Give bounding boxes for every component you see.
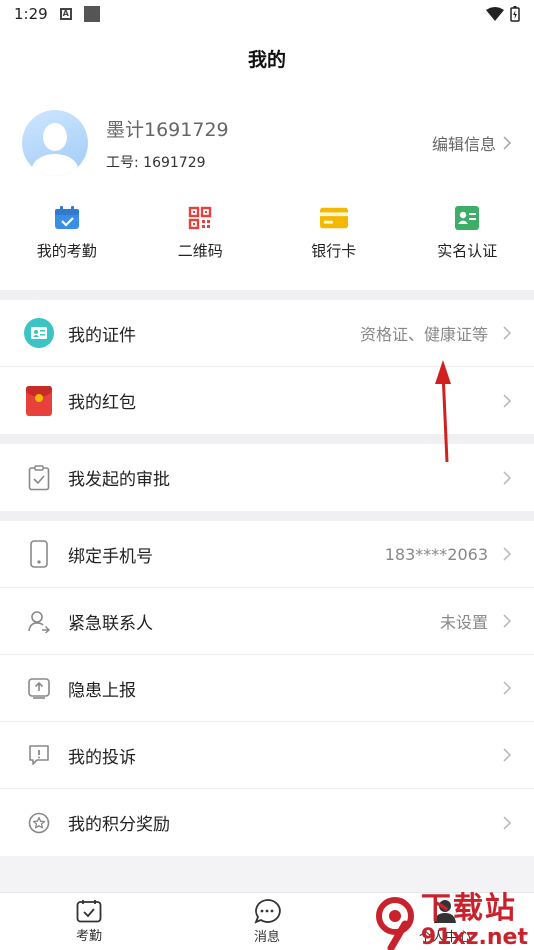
profile-card: 墨计1691729 工号: 1691729 编辑信息 (0, 88, 534, 198)
menu-item-label: 我的积分奖励 (68, 815, 170, 835)
status-time: 1:29 (14, 5, 48, 23)
watermark: 下载站 91xz.net (373, 892, 528, 950)
menu-item-label: 紧急联系人 (68, 613, 153, 634)
chevron-right-icon (503, 681, 512, 695)
watermark-logo (373, 894, 417, 950)
wifi-icon (486, 7, 504, 21)
edit-profile-label: 编辑信息 (431, 135, 496, 154)
calendar-check-icon (53, 204, 81, 232)
tab-messages[interactable]: 消息 (178, 893, 356, 950)
battery-icon (510, 6, 520, 22)
quick-action-label: 银行卡 (311, 242, 357, 260)
points-star-icon (24, 808, 54, 838)
quick-action-label: 我的考勤 (36, 242, 97, 260)
tab-label: 消息 (253, 930, 280, 945)
quick-action-label: 实名认证 (437, 242, 498, 260)
red-packet-icon (24, 385, 54, 416)
menu-item-label: 隐患上报 (68, 680, 136, 701)
report-upload-icon (24, 673, 54, 703)
profile-name: 墨计1691729 (106, 118, 229, 141)
avatar[interactable] (22, 110, 88, 176)
watermark-title: 下载站 (420, 891, 517, 926)
chevron-right-icon (503, 614, 512, 628)
status-bar: 1:29 A (0, 0, 534, 28)
page-title: 我的 (0, 28, 534, 88)
menu-item-value: 资格证、健康证等 (359, 325, 488, 344)
complaint-icon (24, 740, 54, 770)
menu-group-documents: 我的证件 资格证、健康证等 我的红包 (0, 300, 534, 434)
menu-item-label: 我的证件 (68, 325, 136, 346)
menu-item-complaints[interactable]: 我的投诉 (0, 722, 534, 789)
quick-action-attendance[interactable]: 我的考勤 (0, 204, 134, 290)
notification-square-icon (83, 6, 100, 22)
quick-action-label: 二维码 (177, 242, 223, 260)
message-icon (254, 899, 281, 924)
chevron-right-icon (503, 326, 512, 340)
menu-item-red-packet[interactable]: 我的红包 (0, 367, 534, 434)
chevron-right-icon (503, 815, 512, 830)
menu-group-approval: 我发起的审批 (0, 444, 534, 511)
chevron-right-icon (503, 136, 512, 150)
chevron-right-icon (503, 470, 512, 485)
watermark-domain: 91xz.net (420, 925, 528, 950)
menu-item-points-rewards[interactable]: 我的积分奖励 (0, 789, 534, 856)
menu-item-value: 183****2063 (384, 544, 488, 564)
quick-action-real-name[interactable]: 实名认证 (401, 204, 534, 290)
id-verify-icon (453, 204, 481, 232)
menu-item-my-approvals[interactable]: 我发起的审批 (0, 444, 534, 511)
phone-icon (24, 539, 54, 569)
chevron-right-icon (503, 393, 512, 408)
contact-icon (24, 606, 54, 636)
menu-item-bind-phone[interactable]: 绑定手机号 183****2063 (0, 521, 534, 588)
menu-item-label: 我发起的审批 (68, 470, 170, 490)
quick-action-bank-card[interactable]: 银行卡 (267, 204, 401, 290)
menu-item-label: 我的红包 (68, 393, 136, 413)
menu-item-my-certificates[interactable]: 我的证件 资格证、健康证等 (0, 300, 534, 367)
menu-item-value: 未设置 (439, 613, 488, 632)
attendance-icon (76, 900, 102, 923)
edit-profile-link[interactable]: 编辑信息 (432, 131, 512, 155)
menu-item-hazard-report[interactable]: 隐患上报 (0, 655, 534, 722)
tab-label: 考勤 (75, 929, 102, 944)
bank-card-icon (319, 204, 348, 232)
profile-employee-id: 工号: 1691729 (106, 154, 206, 171)
chevron-right-icon (503, 748, 512, 762)
accessibility-icon: A (59, 8, 72, 20)
menu-item-emergency-contact[interactable]: 紧急联系人 未设置 (0, 588, 534, 655)
quick-action-qrcode[interactable]: 二维码 (134, 204, 268, 290)
tab-attendance[interactable]: 考勤 (0, 893, 178, 950)
menu-item-label: 我的投诉 (68, 747, 136, 768)
menu-item-label: 绑定手机号 (68, 546, 153, 567)
quick-actions: 我的考勤 二维码 银行卡 实名认证 (0, 198, 534, 290)
certificate-icon (24, 318, 54, 348)
clipboard-check-icon (24, 463, 54, 493)
chevron-right-icon (503, 547, 512, 561)
menu-group-settings: 绑定手机号 183****2063 紧急联系人 未设置 隐患上报 我的投诉 我的… (0, 521, 534, 856)
qr-code-icon (186, 204, 214, 232)
